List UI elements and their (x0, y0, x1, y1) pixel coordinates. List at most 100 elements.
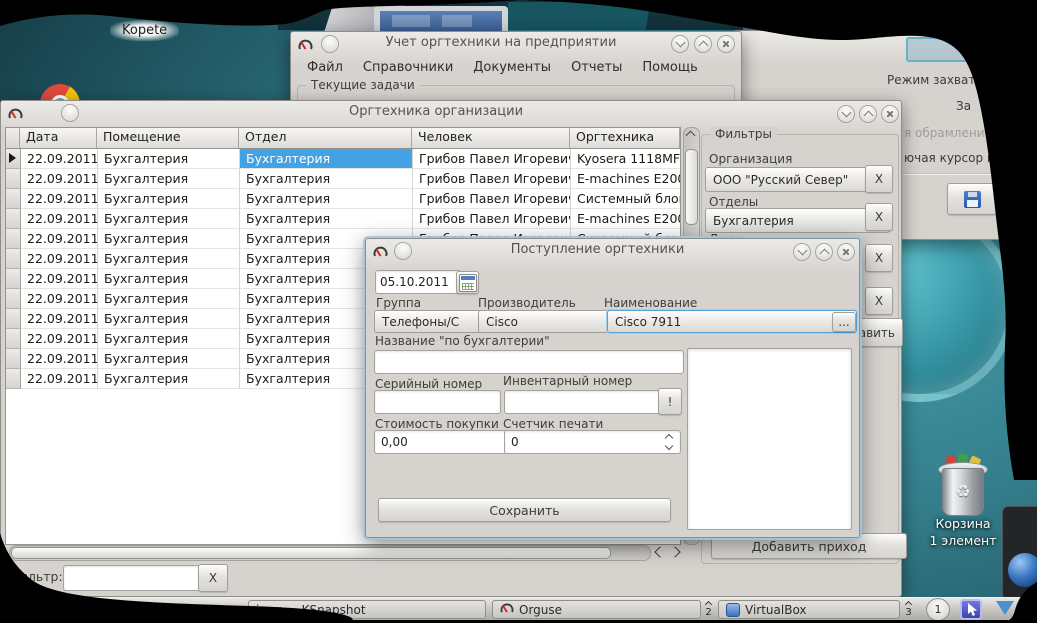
table-cell[interactable]: 22.09.2011 (21, 329, 98, 349)
table-cell[interactable]: 22.09.2011 (21, 349, 98, 369)
taskbar-rows-indicator[interactable]: 2 (702, 601, 715, 618)
column-header[interactable]: Дата (20, 128, 97, 148)
table-cell[interactable]: Бухгалтерия (240, 209, 413, 229)
column-header[interactable]: Человек (412, 128, 570, 148)
cost-spinbox[interactable]: 0,00 (374, 430, 522, 454)
alert-button[interactable]: ! (658, 388, 682, 415)
table-cell[interactable]: 22.09.2011 (21, 229, 98, 249)
table-cell[interactable]: Kyosera 1118MFT (571, 149, 681, 169)
table-cell[interactable]: Бухгалтерия (240, 169, 413, 189)
vertical-scrollbar-thumb[interactable] (685, 149, 698, 225)
table-cell[interactable]: Бухгалтерия (98, 369, 240, 389)
taskbar-rows-indicator[interactable]: 3 (902, 601, 915, 618)
inventory-input[interactable] (504, 390, 663, 414)
table-cell[interactable]: Грибов Павел Игоревич (413, 169, 571, 189)
bottom-filter-clear-button[interactable]: X (198, 564, 228, 592)
serial-input[interactable] (374, 390, 501, 414)
table-cell[interactable]: Бухгалтерия (240, 189, 413, 209)
menu-item[interactable]: Помощь (632, 57, 707, 78)
table-cell[interactable]: 22.09.2011 (21, 149, 98, 169)
table-row[interactable]: 22.09.2011БухгалтерияБухгалтерияГрибов П… (6, 209, 680, 229)
table-cell[interactable]: Бухгалтерия (98, 169, 240, 189)
table-row[interactable]: 22.09.2011БухгалтерияБухгалтерияГрибов П… (6, 189, 680, 209)
table-cell[interactable]: Грибов Павел Игоревич (413, 189, 571, 209)
taskbar-item-virtualbox[interactable]: VirtualBox (718, 600, 900, 619)
minimize-icon[interactable] (837, 105, 855, 123)
table-cell[interactable]: Бухгалтерия (98, 289, 240, 309)
menu-item[interactable]: Справочники (353, 57, 463, 78)
table-cell[interactable]: 22.09.2011 (21, 249, 98, 269)
column-header[interactable]: Оргтехника (570, 128, 680, 148)
main-app-titlebar[interactable]: Учет оргтехники на предприятии (291, 32, 741, 54)
maximize-icon[interactable] (859, 105, 877, 123)
calendar-icon (459, 274, 477, 292)
table-cell[interactable]: 22.09.2011 (21, 369, 98, 389)
table-cell[interactable]: 22.09.2011 (21, 269, 98, 289)
organization-combo[interactable]: ООО "Русский Север" (705, 167, 890, 192)
table-row[interactable]: 22.09.2011БухгалтерияБухгалтерияГрибов П… (6, 149, 680, 169)
maximize-icon[interactable] (815, 243, 833, 261)
plasma-widget[interactable] (1002, 506, 1037, 600)
horizontal-scrollbar-thumb[interactable] (11, 547, 611, 559)
scroll-right-icon[interactable] (669, 546, 680, 557)
name-combo[interactable]: Cisco 7911 (607, 310, 857, 333)
table-cell[interactable]: Бухгалтерия (98, 349, 240, 369)
receipt-list[interactable] (687, 348, 852, 530)
table-cell[interactable]: E-machines E200H (571, 169, 681, 189)
table-cell[interactable]: Грибов Павел Игоревич (413, 209, 571, 229)
table-cell[interactable]: Грибов Павел Игоревич (413, 149, 571, 169)
menu-item[interactable]: Файл (297, 57, 353, 78)
table-cell[interactable]: Бухгалтерия (98, 269, 240, 289)
table-cell[interactable]: 22.09.2011 (21, 189, 98, 209)
browse-button[interactable]: ... (832, 312, 856, 332)
table-cell[interactable]: Бухгалтерия (98, 149, 240, 169)
table-cell[interactable]: Бухгалтерия (98, 309, 240, 329)
table-cell[interactable]: Бухгалтерия (98, 249, 240, 269)
accounting-name-input[interactable] (374, 350, 684, 374)
departments-combo[interactable]: Бухгалтерия (705, 208, 890, 233)
column-header[interactable]: Помещение (97, 128, 239, 148)
minimize-icon[interactable] (793, 243, 811, 261)
people-clear-button[interactable]: X (865, 244, 893, 272)
equipment-clear-button[interactable]: X (865, 287, 893, 315)
table-cell[interactable]: 22.09.2011 (21, 209, 98, 229)
scroll-left-icon[interactable] (654, 546, 665, 557)
table-cell[interactable]: Бухгалтерия (98, 209, 240, 229)
save-button[interactable]: Сохранить (378, 498, 671, 522)
desktop-icon-kopete[interactable]: Kopete (110, 20, 179, 41)
bottom-filter-input[interactable] (63, 565, 201, 591)
close-icon[interactable] (717, 35, 735, 53)
ksnapshot-save-button[interactable] (947, 183, 997, 215)
menu-item[interactable]: Отчеты (561, 57, 632, 78)
spin-down-icon[interactable] (665, 442, 673, 450)
table-cell[interactable]: E-machines E200H (571, 209, 681, 229)
minimize-icon[interactable] (671, 35, 689, 53)
desktop-pager[interactable]: 1 (926, 598, 950, 621)
close-icon[interactable] (881, 105, 899, 123)
table-cell[interactable]: Бухгалтерия (98, 189, 240, 209)
print-counter-spinbox[interactable]: 0 (504, 430, 681, 454)
taskbar-item-ksnapshot[interactable]: jpeg — KSnapshot (248, 600, 486, 619)
desktop-icon-trash[interactable]: ♻ Корзина 1 элемент (918, 452, 1008, 560)
table-cell[interactable]: 22.09.2011 (21, 169, 98, 189)
calendar-button[interactable] (456, 271, 479, 294)
column-header[interactable]: Отдел (239, 128, 412, 148)
table-cell[interactable]: Бухгалтерия (98, 329, 240, 349)
date-input[interactable] (375, 270, 461, 294)
close-icon[interactable] (837, 243, 855, 261)
taskbar-item-orguse[interactable]: Orguse (492, 600, 701, 619)
klipper-icon[interactable] (960, 599, 982, 620)
menu-item[interactable]: Документы (463, 57, 561, 78)
dialog-titlebar[interactable]: Поступление оргтехники (366, 239, 859, 261)
maximize-icon[interactable] (694, 35, 712, 53)
table-cell[interactable]: Бухгалтерия (98, 229, 240, 249)
departments-clear-button[interactable]: X (865, 203, 893, 231)
organization-clear-button[interactable]: X (865, 165, 893, 193)
table-cell[interactable]: 22.09.2011 (21, 309, 98, 329)
table-cell[interactable]: Системный блок (571, 189, 681, 209)
widget-ball-icon (1008, 553, 1037, 587)
table-row[interactable]: 22.09.2011БухгалтерияБухгалтерияГрибов П… (6, 169, 680, 189)
table-cell[interactable]: Бухгалтерия (240, 149, 413, 169)
org-window-titlebar[interactable]: Оргтехника организации (1, 101, 901, 123)
table-cell[interactable]: 22.09.2011 (21, 289, 98, 309)
